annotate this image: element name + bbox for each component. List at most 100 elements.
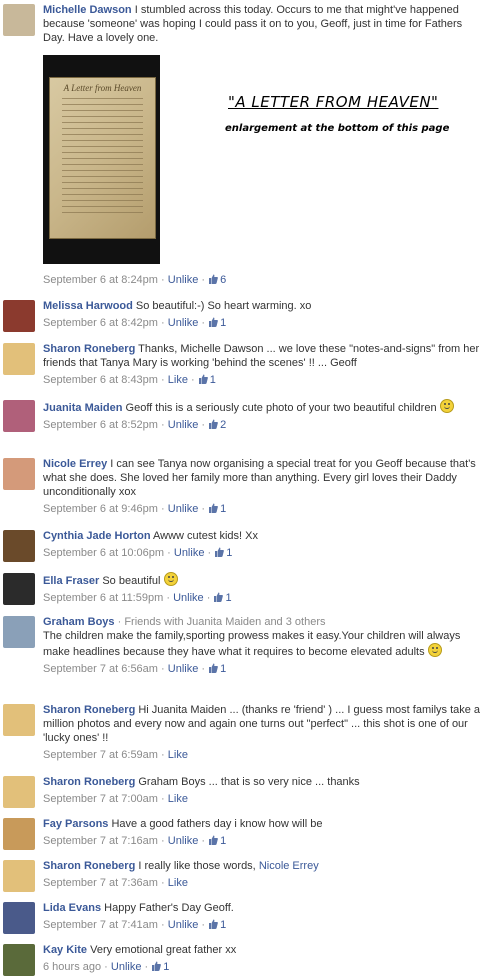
avatar[interactable] [3,944,35,976]
thumbs-up-icon [198,374,208,384]
comment-meta: September 7 at 7:36am · Like [43,877,188,889]
like-toggle[interactable]: Unlike [168,419,199,431]
like-count[interactable]: 1 [208,317,226,329]
like-toggle[interactable]: Unlike [168,663,199,675]
comment-meta: September 7 at 7:16am · Unlike · 1 [43,835,227,847]
thumbs-up-icon [215,547,225,557]
like-count[interactable]: 1 [208,835,226,847]
author-name[interactable]: Graham Boys [43,616,115,628]
author-name[interactable]: Sharon Roneberg [43,704,135,716]
like-count[interactable]: 1 [198,374,216,386]
mentioned-user-link[interactable]: Nicole Errey [259,860,319,872]
comment: Melissa Harwood So beautiful:-) So heart… [0,296,490,336]
thumbs-up-icon [209,503,219,513]
like-count[interactable]: 1 [208,663,226,675]
timestamp[interactable]: September 7 at 7:36am [43,877,158,889]
comment: Fay Parsons Have a good fathers day i kn… [0,814,490,854]
like-toggle[interactable]: Unlike [168,274,199,286]
author-name[interactable]: Cynthia Jade Horton [43,530,151,542]
mutual-friends-note[interactable]: · Friends with Juanita Maiden and 3 othe… [118,616,326,628]
like-count[interactable]: 1 [208,919,226,931]
like-toggle[interactable]: Unlike [168,919,199,931]
timestamp[interactable]: September 6 at 11:59pm [43,592,163,604]
avatar[interactable] [3,704,35,736]
photo-heading: "A LETTER FROM HEAVEN" [228,93,439,111]
comment-meta: September 6 at 9:46pm · Unlike · 1 [43,503,227,515]
timestamp[interactable]: September 7 at 6:56am [43,663,158,675]
timestamp[interactable]: September 6 at 8:24pm [43,274,158,286]
avatar[interactable] [3,776,35,808]
comment-meta: September 6 at 8:52pm · Unlike · 2 [43,419,227,431]
like-toggle[interactable]: Unlike [111,961,142,973]
avatar[interactable] [3,616,35,648]
comment-text: So beautiful:-) So heart warming. xo [135,300,312,312]
avatar[interactable] [3,343,35,375]
timestamp[interactable]: September 6 at 10:06pm [43,547,164,559]
comment-body: Fay Parsons Have a good fathers day i kn… [43,817,486,848]
comment-body: Sharon Roneberg Hi Juanita Maiden ... (t… [43,703,486,762]
thumbs-up-icon [209,663,219,673]
like-toggle[interactable]: Like [168,749,188,761]
avatar[interactable] [3,860,35,892]
like-count[interactable]: 1 [214,547,232,559]
avatar[interactable] [3,4,35,36]
avatar[interactable] [3,400,35,432]
like-count[interactable]: 1 [208,503,226,515]
avatar[interactable] [3,818,35,850]
author-name[interactable]: Michelle Dawson [43,4,132,16]
author-name[interactable]: Kay Kite [43,944,87,956]
comment-body: Nicole Errey I can see Tanya now organis… [43,457,486,516]
comment: Juanita Maiden Geoff this is a seriously… [0,396,490,450]
like-toggle[interactable]: Like [168,374,188,386]
like-toggle[interactable]: Unlike [168,317,199,329]
like-toggle[interactable]: Unlike [173,592,204,604]
comment-text: So beautiful [102,575,161,587]
avatar[interactable] [3,573,35,605]
timestamp[interactable]: September 6 at 8:52pm [43,419,158,431]
author-name[interactable]: Melissa Harwood [43,300,133,312]
author-name[interactable]: Lida Evans [43,902,101,914]
timestamp[interactable]: September 6 at 8:43pm [43,374,158,386]
avatar[interactable] [3,902,35,934]
like-toggle[interactable]: Unlike [168,503,199,515]
author-name[interactable]: Sharon Roneberg [43,860,135,872]
like-count[interactable]: 1 [213,592,232,604]
like-count[interactable]: 2 [208,419,226,431]
timestamp[interactable]: September 7 at 7:16am [43,835,158,847]
like-toggle[interactable]: Unlike [168,835,199,847]
author-name[interactable]: Sharon Roneberg [43,343,135,355]
comment-meta: September 7 at 6:56am · Unlike · 1 [43,663,227,675]
like-count[interactable]: 6 [208,274,226,286]
thumbs-up-icon [209,919,219,929]
comment-text: Geoff this is a seriously cute photo of … [125,402,437,414]
thumbs-up-icon [209,835,219,845]
like-toggle[interactable]: Unlike [174,547,205,559]
like-toggle[interactable]: Like [168,877,188,889]
thumbs-up-icon [214,592,224,602]
thumbs-up-icon [209,274,219,284]
letter-image-title: A Letter from Heaven [63,83,142,93]
timestamp[interactable]: 6 hours ago [43,961,101,973]
comment-meta: September 7 at 7:00am · Like [43,793,188,805]
author-name[interactable]: Sharon Roneberg [43,776,135,788]
like-toggle[interactable]: Like [168,793,188,805]
timestamp[interactable]: September 6 at 8:42pm [43,317,158,329]
avatar[interactable] [3,530,35,562]
timestamp[interactable]: September 7 at 7:41am [43,919,158,931]
author-name[interactable]: Juanita Maiden [43,402,122,414]
comment-meta: September 6 at 11:59pm · Unlike · 1 [43,592,232,604]
like-count[interactable]: 1 [151,961,169,973]
author-name[interactable]: Fay Parsons [43,818,108,830]
timestamp[interactable]: September 7 at 6:59am [43,749,158,761]
comment: Graham Boys · Friends with Juanita Maide… [0,612,490,694]
author-name[interactable]: Nicole Errey [43,458,107,470]
timestamp[interactable]: September 7 at 7:00am [43,793,158,805]
comment: Sharon Roneberg Graham Boys ... that is … [0,772,490,812]
photo-subheading: enlargement at the bottom of this page [225,123,450,134]
attached-photo[interactable]: A Letter from Heaven [43,55,160,264]
avatar[interactable] [3,300,35,332]
timestamp[interactable]: September 6 at 9:46pm [43,503,158,515]
comment: Kay Kite Very emotional great father xx … [0,940,490,980]
author-name[interactable]: Ella Fraser [43,575,99,587]
avatar[interactable] [3,458,35,490]
